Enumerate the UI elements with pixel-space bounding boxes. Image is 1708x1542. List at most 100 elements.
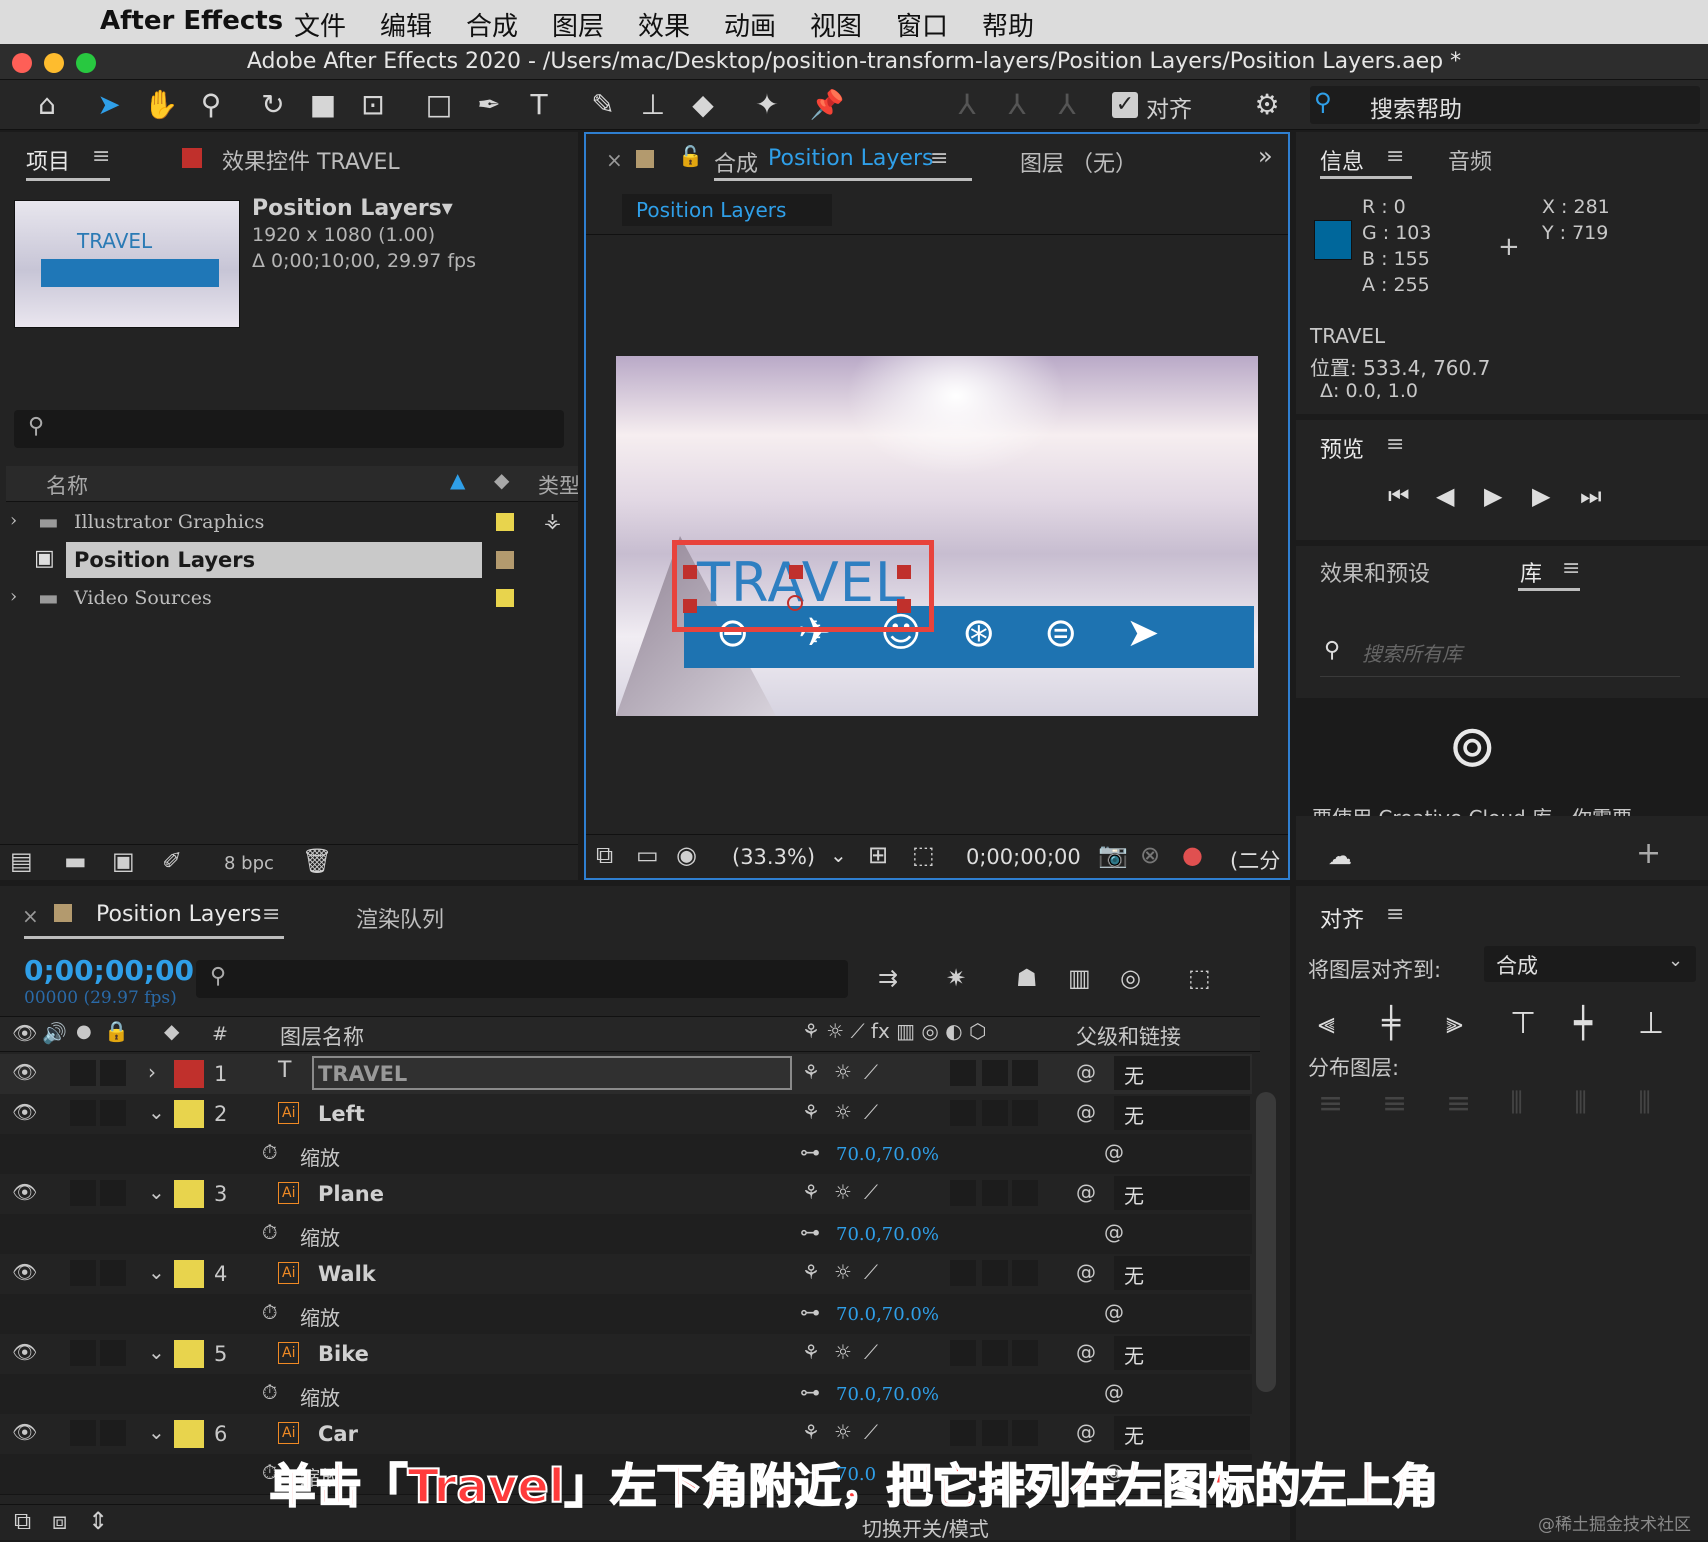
clone-stamp-tool-icon[interactable]: ⊥ <box>634 86 672 124</box>
car-icon[interactable]: ⊜ <box>1044 610 1078 656</box>
property-value[interactable]: 70.0,70.0% <box>836 1144 939 1165</box>
parent-select[interactable]: 无 <box>1114 1416 1250 1450</box>
tab-effect-controls[interactable]: 效果控件 TRAVEL <box>222 144 400 176</box>
project-search-field[interactable]: ⚲ <box>14 410 564 448</box>
timeline-menu-icon[interactable]: ≡ <box>262 902 280 927</box>
eye-icon[interactable]: 👁 <box>12 1060 37 1084</box>
switch-box[interactable] <box>982 1340 1008 1366</box>
solo-box[interactable] <box>70 1420 96 1446</box>
layer-name[interactable]: Bike <box>318 1342 369 1366</box>
layer-row[interactable]: 👁 › 1 T TRAVEL ⚘ ☼ ⟋ @ 无 <box>0 1054 1252 1095</box>
selection-tool-icon[interactable]: ➤ <box>90 86 128 124</box>
lock-column-icon[interactable]: 🔒 <box>104 1019 129 1043</box>
constrain-proportions-icon[interactable]: ⊶ <box>800 1140 820 1164</box>
collapse-icon[interactable]: ☼ <box>834 1420 852 1444</box>
zoom-window-button[interactable] <box>76 53 96 73</box>
lock-box[interactable] <box>100 1100 126 1126</box>
minimize-window-button[interactable] <box>44 53 64 73</box>
switch-box[interactable] <box>982 1180 1008 1206</box>
lock-icon[interactable]: 🔓 <box>678 144 703 168</box>
label-swatch[interactable] <box>496 589 514 607</box>
stopwatch-icon[interactable]: ⏱ <box>262 1380 278 1404</box>
eye-icon[interactable]: 👁 <box>12 1180 37 1204</box>
preview-menu-icon[interactable]: ≡ <box>1386 432 1404 457</box>
constrain-proportions-icon[interactable]: ⊶ <box>800 1220 820 1244</box>
home-icon[interactable]: ⌂ <box>28 86 66 124</box>
workspace-icon[interactable]: ⚙ <box>1248 86 1286 124</box>
switch-box[interactable] <box>982 1260 1008 1286</box>
audio-toggle-icon[interactable]: 🔊 <box>42 1021 67 1045</box>
menu-edit[interactable]: 编辑 <box>380 6 432 43</box>
handle-bottom-left[interactable] <box>683 599 697 613</box>
switch-box[interactable] <box>950 1060 976 1086</box>
label-swatch[interactable] <box>174 1420 204 1448</box>
timeline-search-field[interactable]: ⚲ <box>196 960 848 998</box>
comp-menu-icon[interactable]: ≡ <box>930 146 948 171</box>
switch-box[interactable] <box>950 1340 976 1366</box>
collapse-icon[interactable]: ☼ <box>834 1100 852 1124</box>
label-swatch[interactable] <box>174 1180 204 1208</box>
align-top-icon[interactable]: ⊤ <box>1510 1006 1536 1041</box>
switch-box[interactable] <box>982 1100 1008 1126</box>
quality-icon[interactable]: ⟋ <box>864 1340 878 1364</box>
menu-view[interactable]: 视图 <box>810 6 862 43</box>
lock-box[interactable] <box>100 1420 126 1446</box>
hand-tool-icon[interactable]: ✋ <box>142 86 180 124</box>
switch-box[interactable] <box>1012 1060 1038 1086</box>
close-tab-icon[interactable]: × <box>22 904 39 928</box>
roto-brush-tool-icon[interactable]: ✦ <box>748 86 786 124</box>
layer-row[interactable]: 👁 ⌄ 6 Ai Car ⚘ ☼ ⟋ @ 无 <box>0 1414 1252 1455</box>
constrain-proportions-icon[interactable]: ⊶ <box>800 1380 820 1404</box>
quality-icon[interactable]: ⟋ <box>864 1100 878 1124</box>
switch-box[interactable] <box>1012 1260 1038 1286</box>
switch-box[interactable] <box>1012 1340 1038 1366</box>
library-search-input[interactable]: 搜索所有库 <box>1362 638 1462 667</box>
layer-row[interactable]: 👁 ⌄ 3 Ai Plane ⚘ ☼ ⟋ @ 无 <box>0 1174 1252 1215</box>
parent-select[interactable]: 无 <box>1114 1256 1250 1290</box>
pick-whip-icon[interactable]: @ <box>1076 1180 1096 1204</box>
layer-name[interactable]: Car <box>318 1422 358 1446</box>
monitor-icon[interactable]: ▭ <box>636 841 659 869</box>
first-frame-icon[interactable]: ⏮ <box>1388 482 1410 510</box>
pick-whip-icon[interactable]: @ <box>1076 1340 1096 1364</box>
eye-icon[interactable]: 👁 <box>12 1340 37 1364</box>
timeline-timecode[interactable]: 0;00;00;00 <box>24 954 194 987</box>
distribute-left-icon[interactable]: ⦀ <box>1510 1086 1523 1121</box>
timeline-scrollbar[interactable] <box>1254 1052 1278 1482</box>
shy-icon[interactable]: ⚘ <box>802 1100 820 1124</box>
chevron-down-icon[interactable]: ⌄ <box>148 1100 165 1124</box>
scrollbar-thumb[interactable] <box>1256 1092 1276 1392</box>
property-row[interactable]: ⏱ 缩放 ⊶ 70.0,70.0% @ <box>0 1134 1252 1175</box>
solo-box[interactable] <box>70 1180 96 1206</box>
toggle-switches-modes[interactable]: 切换开关/模式 <box>862 1513 989 1542</box>
next-frame-icon[interactable]: ▶ <box>1532 482 1550 510</box>
align-v-center-icon[interactable]: ┿ <box>1574 1006 1592 1041</box>
pick-whip-icon[interactable]: @ <box>1104 1140 1124 1164</box>
tab-project[interactable]: 项目 <box>26 144 70 176</box>
switch-box[interactable] <box>982 1420 1008 1446</box>
shy-icon[interactable]: ⚘ <box>802 1420 820 1444</box>
collapse-icon[interactable]: ☼ <box>834 1180 852 1204</box>
axis-view-icon[interactable]: ⅄ <box>1048 86 1086 124</box>
switch-box[interactable] <box>950 1180 976 1206</box>
layer-row[interactable]: 👁 ⌄ 5 Ai Bike ⚘ ☼ ⟋ @ 无 <box>0 1334 1252 1375</box>
right-arrow-icon[interactable]: ➤ <box>1126 610 1160 656</box>
layer-name[interactable]: Left <box>318 1102 365 1126</box>
align-bottom-icon[interactable]: ⊥ <box>1638 1006 1664 1041</box>
property-value[interactable]: 70.0,70.0% <box>836 1384 939 1405</box>
menu-animation[interactable]: 动画 <box>724 6 776 43</box>
menu-file[interactable]: 文件 <box>294 6 346 43</box>
channel-icon[interactable]: ● <box>1182 841 1203 869</box>
info-menu-icon[interactable]: ≡ <box>1386 144 1404 169</box>
stopwatch-icon[interactable]: ⏱ <box>262 1300 278 1324</box>
app-menu[interactable]: After Effects <box>100 6 283 36</box>
anchor-point[interactable] <box>787 595 803 611</box>
label-swatch[interactable] <box>174 1100 204 1128</box>
panel-overflow-icon[interactable]: » <box>1258 142 1273 170</box>
lock-box[interactable] <box>100 1260 126 1286</box>
collapse-icon[interactable]: ☼ <box>834 1340 852 1364</box>
timeline-tab-name[interactable]: Position Layers <box>96 902 261 927</box>
tab-audio[interactable]: 音频 <box>1448 144 1492 176</box>
switch-box[interactable] <box>1012 1420 1038 1446</box>
switch-box[interactable] <box>982 1060 1008 1086</box>
